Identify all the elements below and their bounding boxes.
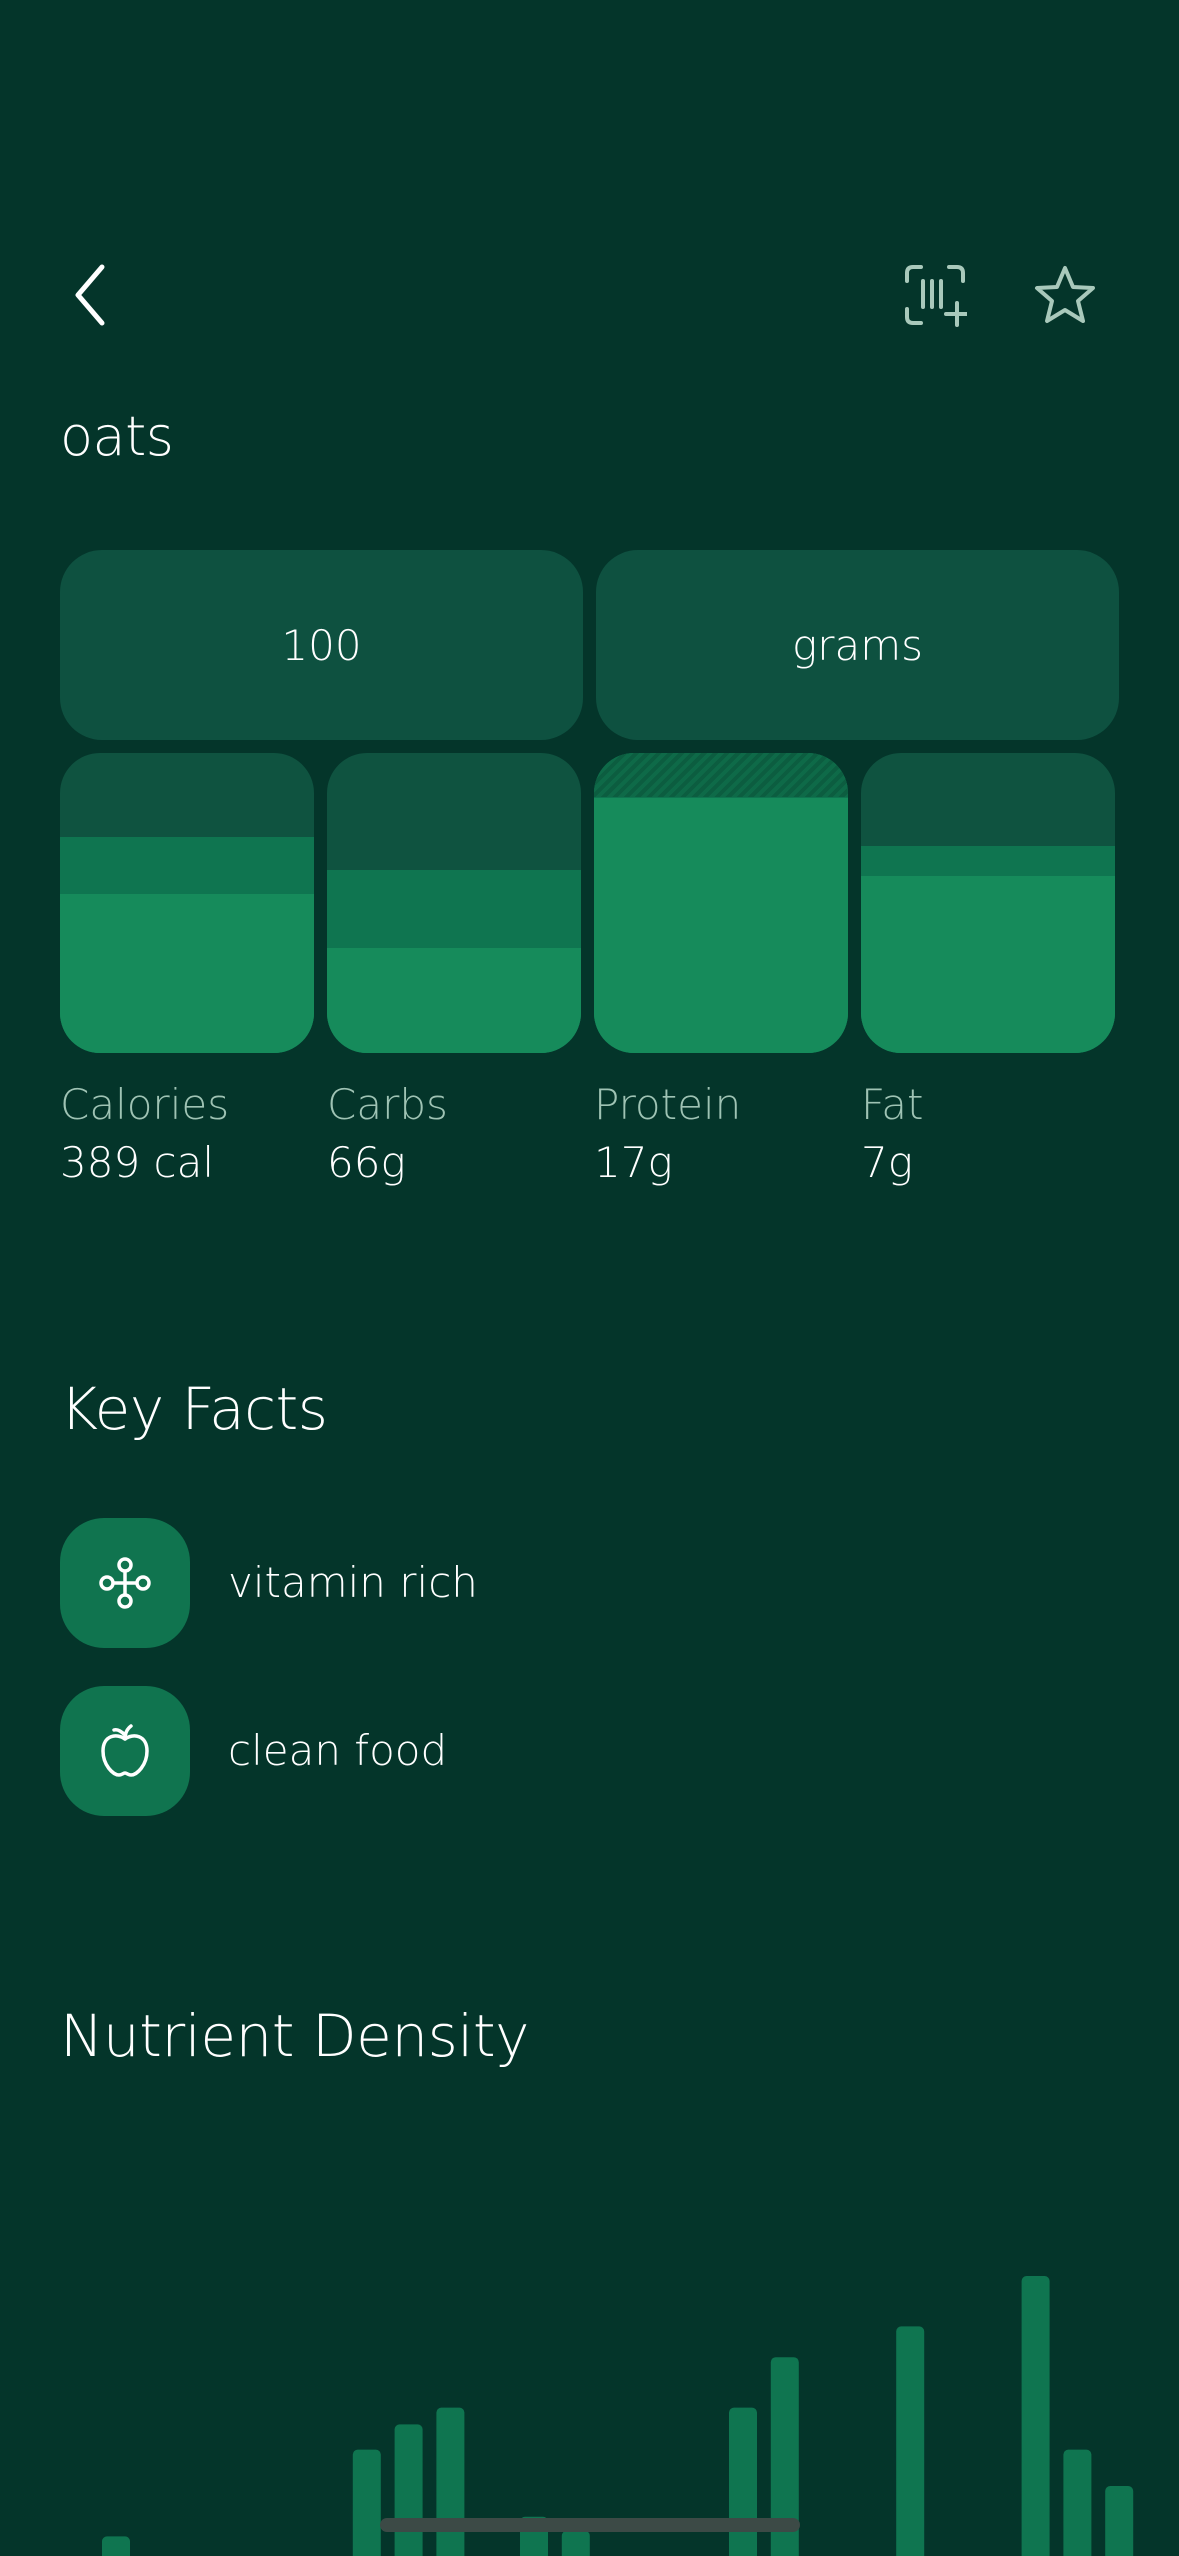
calories-gauge: [60, 753, 314, 1053]
calories-gauge-fill: [60, 894, 314, 1053]
density-bar: [1105, 2486, 1134, 2556]
density-bar: [1063, 2449, 1092, 2556]
star-outline-icon: [1035, 266, 1095, 323]
protein-gauge-overflow: [594, 753, 848, 797]
density-bar: [729, 2407, 757, 2556]
calories-label: Calories: [60, 1080, 230, 1129]
density-bar: [436, 2407, 465, 2556]
scan-barcode-button[interactable]: [890, 250, 980, 340]
carbs-value: 66g: [327, 1138, 406, 1187]
molecule-icon: [99, 1557, 151, 1609]
protein-gauge-fill: [594, 798, 848, 1053]
nutrient-density-chart: [102, 2276, 1134, 2556]
density-bar: [352, 2449, 381, 2556]
favorite-button[interactable]: [1020, 250, 1110, 340]
barcode-scan-add-icon: [905, 265, 967, 327]
nutrient-density-title: Nutrient Density: [60, 2002, 529, 2070]
fat-gauge-fill: [861, 876, 1115, 1053]
carbs-gauge: [327, 753, 581, 1053]
unit-value: grams: [791, 620, 923, 670]
density-bar: [102, 2536, 130, 2556]
fat-label: Fat: [861, 1080, 924, 1129]
vitamin-rich-badge: [60, 1518, 190, 1648]
chevron-left-icon: [75, 264, 105, 326]
quantity-input[interactable]: 100: [60, 550, 583, 740]
fat-gauge: [861, 753, 1115, 1053]
quantity-value: 100: [281, 620, 362, 670]
protein-gauge: [594, 753, 848, 1053]
home-indicator: [380, 2518, 800, 2532]
apple-icon: [101, 1724, 149, 1777]
density-bar: [896, 2326, 925, 2556]
protein-value: 17g: [594, 1138, 673, 1187]
unit-select[interactable]: grams: [596, 550, 1119, 740]
back-button[interactable]: [50, 250, 130, 340]
carbs-label: Carbs: [327, 1080, 448, 1129]
density-bar: [1021, 2276, 1050, 2556]
fact-vitamin-rich: vitamin rich: [228, 1558, 478, 1607]
fact-clean-food: clean food: [228, 1726, 448, 1775]
carbs-gauge-fill: [327, 948, 581, 1053]
food-title: oats: [60, 405, 174, 468]
fat-value: 7g: [861, 1138, 913, 1187]
calories-value: 389 cal: [60, 1138, 215, 1187]
key-facts-title: Key Facts: [60, 1375, 328, 1443]
clean-food-badge: [60, 1686, 190, 1816]
protein-label: Protein: [594, 1080, 742, 1129]
density-bar: [394, 2424, 423, 2556]
density-bar: [561, 2530, 590, 2556]
